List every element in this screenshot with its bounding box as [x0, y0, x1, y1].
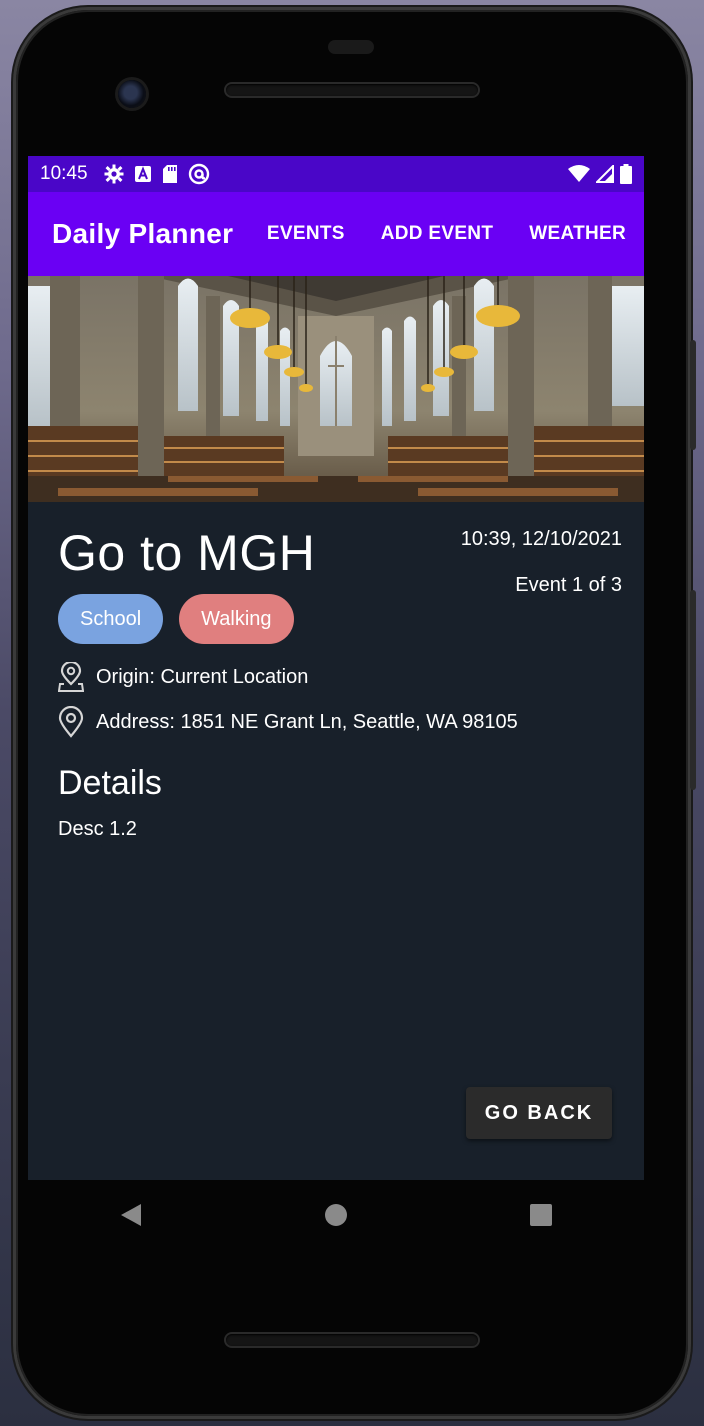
origin-pin-icon	[58, 662, 84, 692]
status-bar: 10:45	[28, 156, 644, 192]
event-title: Go to MGH	[58, 525, 316, 581]
home-icon[interactable]	[324, 1203, 348, 1227]
origin-text: Origin: Current Location	[96, 665, 309, 688]
app-title: Daily Planner	[52, 218, 234, 249]
event-details: Go to MGH 10:39, 12/10/2021 Event 1 of 3…	[28, 502, 644, 1180]
bottom-speaker	[226, 1334, 478, 1346]
system-nav-bar	[28, 1180, 644, 1250]
hero-image	[28, 276, 644, 502]
sd-card-icon	[162, 165, 177, 183]
location-pin-icon	[58, 706, 84, 738]
go-back-button[interactable]: GO BACK	[466, 1087, 612, 1139]
nav-events[interactable]: EVENTS	[267, 223, 345, 245]
wifi-icon	[568, 165, 590, 182]
font-a-icon	[134, 166, 151, 182]
tag-walking[interactable]: Walking	[179, 594, 294, 644]
address-row: Address: 1851 NE Grant Ln, Seattle, WA 9…	[58, 706, 518, 738]
details-heading: Details	[58, 764, 162, 802]
tag-school[interactable]: School	[58, 594, 164, 644]
volume-button	[690, 590, 696, 790]
signal-icon	[596, 165, 614, 183]
address-text: Address: 1851 NE Grant Ln, Seattle, WA 9…	[96, 710, 518, 733]
event-datetime: 10:39, 12/10/2021	[460, 528, 622, 550]
recents-icon[interactable]	[529, 1203, 553, 1227]
app-bar: Daily Planner EVENTS ADD EVENT WEATHER	[28, 192, 644, 276]
event-counter: Event 1 of 3	[515, 574, 622, 596]
front-camera	[118, 80, 146, 108]
power-button	[690, 340, 696, 450]
nav-add-event[interactable]: ADD EVENT	[381, 223, 494, 245]
nav-weather[interactable]: WEATHER	[529, 223, 626, 245]
back-icon[interactable]	[119, 1203, 143, 1227]
tag-chips: School Walking	[58, 594, 294, 644]
gear-icon	[104, 164, 124, 184]
earpiece-slot	[328, 40, 374, 54]
top-nav: EVENTS ADD EVENT WEATHER	[267, 223, 626, 245]
details-description: Desc 1.2	[58, 818, 137, 840]
origin-row: Origin: Current Location	[58, 662, 308, 692]
battery-icon	[620, 164, 632, 184]
screen: 10:45 Daily Planner EVENTS ADD EVENT WEA…	[28, 156, 644, 1180]
at-sign-icon	[188, 163, 209, 185]
status-time: 10:45	[40, 163, 88, 184]
top-speaker	[226, 84, 478, 96]
